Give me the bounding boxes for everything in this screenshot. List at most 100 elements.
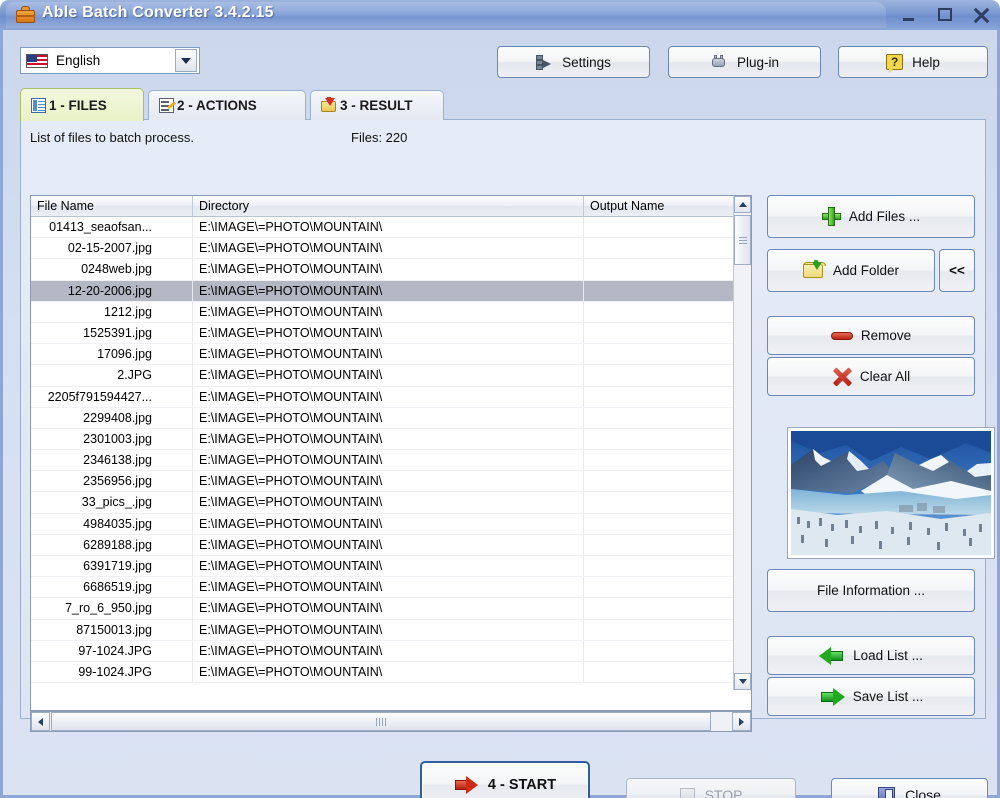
vertical-scroll-thumb[interactable] — [734, 215, 751, 265]
preview-thumbnail — [791, 431, 991, 555]
table-row[interactable]: 01413_seaofsan...E:\IMAGE\=PHOTO\MOUNTAI… — [31, 217, 751, 238]
cell-file-name: 0248web.jpg — [31, 259, 193, 279]
table-row[interactable]: 2299408.jpgE:\IMAGE\=PHOTO\MOUNTAIN\ — [31, 408, 751, 429]
table-row[interactable]: 2.JPGE:\IMAGE\=PHOTO\MOUNTAIN\ — [31, 365, 751, 386]
table-row[interactable]: 2356956.jpgE:\IMAGE\=PHOTO\MOUNTAIN\ — [31, 471, 751, 492]
load-list-button[interactable]: Load List ... — [767, 636, 975, 675]
vertical-scrollbar[interactable] — [733, 196, 751, 690]
help-button[interactable]: ? Help — [838, 46, 988, 78]
add-folder-button[interactable]: Add Folder — [767, 249, 935, 292]
file-information-button[interactable]: File Information ... — [767, 569, 975, 612]
table-row[interactable]: 97-1024.JPGE:\IMAGE\=PHOTO\MOUNTAIN\ — [31, 641, 751, 662]
cell-directory: E:\IMAGE\=PHOTO\MOUNTAIN\ — [193, 323, 584, 343]
table-row[interactable]: 6686519.jpgE:\IMAGE\=PHOTO\MOUNTAIN\ — [31, 577, 751, 598]
table-row[interactable]: 2301003.jpgE:\IMAGE\=PHOTO\MOUNTAIN\ — [31, 429, 751, 450]
column-header-directory[interactable]: Directory — [193, 196, 584, 216]
image-preview[interactable] — [787, 427, 995, 559]
column-header-file-name[interactable]: File Name — [31, 196, 193, 216]
cell-file-name: 6289188.jpg — [31, 535, 193, 555]
cell-output-name — [584, 577, 734, 597]
table-row[interactable]: 33_pics_.jpgE:\IMAGE\=PHOTO\MOUNTAIN\ — [31, 492, 751, 513]
minimize-icon[interactable] — [898, 4, 920, 26]
table-row[interactable]: 99-1024.JPGE:\IMAGE\=PHOTO\MOUNTAIN\ — [31, 662, 751, 683]
table-row[interactable]: 2346138.jpgE:\IMAGE\=PHOTO\MOUNTAIN\ — [31, 450, 751, 471]
cell-file-name: 7_ro_6_950.jpg — [31, 598, 193, 618]
question-mark-icon: ? — [886, 54, 903, 70]
tab-files[interactable]: 1 - FILES — [20, 88, 144, 121]
plugin-button[interactable]: Plug-in — [668, 46, 821, 78]
file-list-header: File Name Directory Output Name — [31, 196, 751, 217]
table-row[interactable]: 02-15-2007.jpgE:\IMAGE\=PHOTO\MOUNTAIN\ — [31, 238, 751, 259]
table-row[interactable]: 87150013.jpgE:\IMAGE\=PHOTO\MOUNTAIN\ — [31, 620, 751, 641]
cell-output-name — [584, 514, 734, 534]
save-list-button[interactable]: Save List ... — [767, 677, 975, 716]
cell-output-name — [584, 365, 734, 385]
close-button-label: Close — [905, 787, 941, 798]
table-row[interactable]: 7_ro_6_950.jpgE:\IMAGE\=PHOTO\MOUNTAIN\ — [31, 598, 751, 619]
load-list-label: Load List ... — [853, 648, 923, 663]
cell-file-name: 1212.jpg — [31, 302, 193, 322]
scroll-up-icon[interactable] — [734, 196, 751, 213]
table-row[interactable]: 6391719.jpgE:\IMAGE\=PHOTO\MOUNTAIN\ — [31, 556, 751, 577]
chevron-down-icon[interactable] — [175, 49, 197, 72]
cell-file-name: 2346138.jpg — [31, 450, 193, 470]
close-button[interactable]: Close — [831, 778, 988, 798]
tab-result[interactable]: 3 - RESULT — [310, 90, 444, 120]
add-folder-label: Add Folder — [833, 263, 899, 278]
cell-output-name — [584, 492, 734, 512]
table-row[interactable]: 2205f791594427...E:\IMAGE\=PHOTO\MOUNTAI… — [31, 387, 751, 408]
scroll-left-icon[interactable] — [31, 712, 50, 731]
cell-file-name: 87150013.jpg — [31, 620, 193, 640]
cell-output-name — [584, 450, 734, 470]
table-row[interactable]: 1525391.jpgE:\IMAGE\=PHOTO\MOUNTAIN\ — [31, 323, 751, 344]
cell-file-name: 2299408.jpg — [31, 408, 193, 428]
us-flag-icon — [26, 54, 48, 68]
add-files-button[interactable]: Add Files ... — [767, 195, 975, 238]
minus-icon — [831, 330, 853, 342]
close-icon[interactable] — [970, 4, 992, 26]
window-controls — [898, 4, 992, 26]
tab-actions-label: 2 - ACTIONS — [177, 98, 257, 113]
cell-file-name: 1525391.jpg — [31, 323, 193, 343]
cell-directory: E:\IMAGE\=PHOTO\MOUNTAIN\ — [193, 281, 584, 301]
table-row[interactable]: 12-20-2006.jpgE:\IMAGE\=PHOTO\MOUNTAIN\ — [31, 281, 751, 302]
cell-file-name: 2205f791594427... — [31, 387, 193, 407]
table-row[interactable]: 6289188.jpgE:\IMAGE\=PHOTO\MOUNTAIN\ — [31, 535, 751, 556]
maximize-icon[interactable] — [934, 4, 956, 26]
add-folder-options-button[interactable]: << — [939, 249, 975, 292]
start-button[interactable]: 4 - START — [420, 761, 590, 798]
cell-directory: E:\IMAGE\=PHOTO\MOUNTAIN\ — [193, 471, 584, 491]
clear-all-button[interactable]: Clear All — [767, 357, 975, 396]
files-panel: List of files to batch process. Files: 2… — [20, 119, 986, 719]
folder-add-icon — [803, 262, 825, 279]
table-row[interactable]: 4984035.jpgE:\IMAGE\=PHOTO\MOUNTAIN\ — [31, 514, 751, 535]
cell-directory: E:\IMAGE\=PHOTO\MOUNTAIN\ — [193, 344, 584, 364]
tab-actions[interactable]: 2 - ACTIONS — [148, 90, 306, 120]
remove-button[interactable]: Remove — [767, 316, 975, 355]
clear-all-label: Clear All — [860, 369, 910, 384]
cell-file-name: 6391719.jpg — [31, 556, 193, 576]
cell-file-name: 2301003.jpg — [31, 429, 193, 449]
language-select[interactable]: English — [20, 47, 200, 74]
column-header-output-name[interactable]: Output Name — [584, 196, 734, 216]
cell-output-name — [584, 408, 734, 428]
horizontal-scroll-thumb[interactable] — [51, 712, 711, 731]
cell-output-name — [584, 302, 734, 322]
file-information-label: File Information ... — [817, 583, 925, 598]
briefcase-icon — [16, 6, 35, 23]
tab-result-label: 3 - RESULT — [340, 98, 413, 113]
table-row[interactable]: 0248web.jpgE:\IMAGE\=PHOTO\MOUNTAIN\ — [31, 259, 751, 280]
file-list[interactable]: File Name Directory Output Name 01413_se… — [30, 195, 752, 711]
cell-directory: E:\IMAGE\=PHOTO\MOUNTAIN\ — [193, 641, 584, 661]
table-row[interactable]: 1212.jpgE:\IMAGE\=PHOTO\MOUNTAIN\ — [31, 302, 751, 323]
cell-file-name: 17096.jpg — [31, 344, 193, 364]
cell-file-name: 6686519.jpg — [31, 577, 193, 597]
horizontal-scrollbar[interactable] — [30, 711, 752, 732]
arrow-right-icon — [819, 688, 845, 706]
cell-output-name — [584, 259, 734, 279]
scroll-down-icon[interactable] — [734, 673, 751, 690]
table-row[interactable]: 17096.jpgE:\IMAGE\=PHOTO\MOUNTAIN\ — [31, 344, 751, 365]
scroll-right-icon[interactable] — [732, 712, 751, 731]
cell-directory: E:\IMAGE\=PHOTO\MOUNTAIN\ — [193, 217, 584, 237]
settings-button[interactable]: Settings — [497, 46, 650, 78]
